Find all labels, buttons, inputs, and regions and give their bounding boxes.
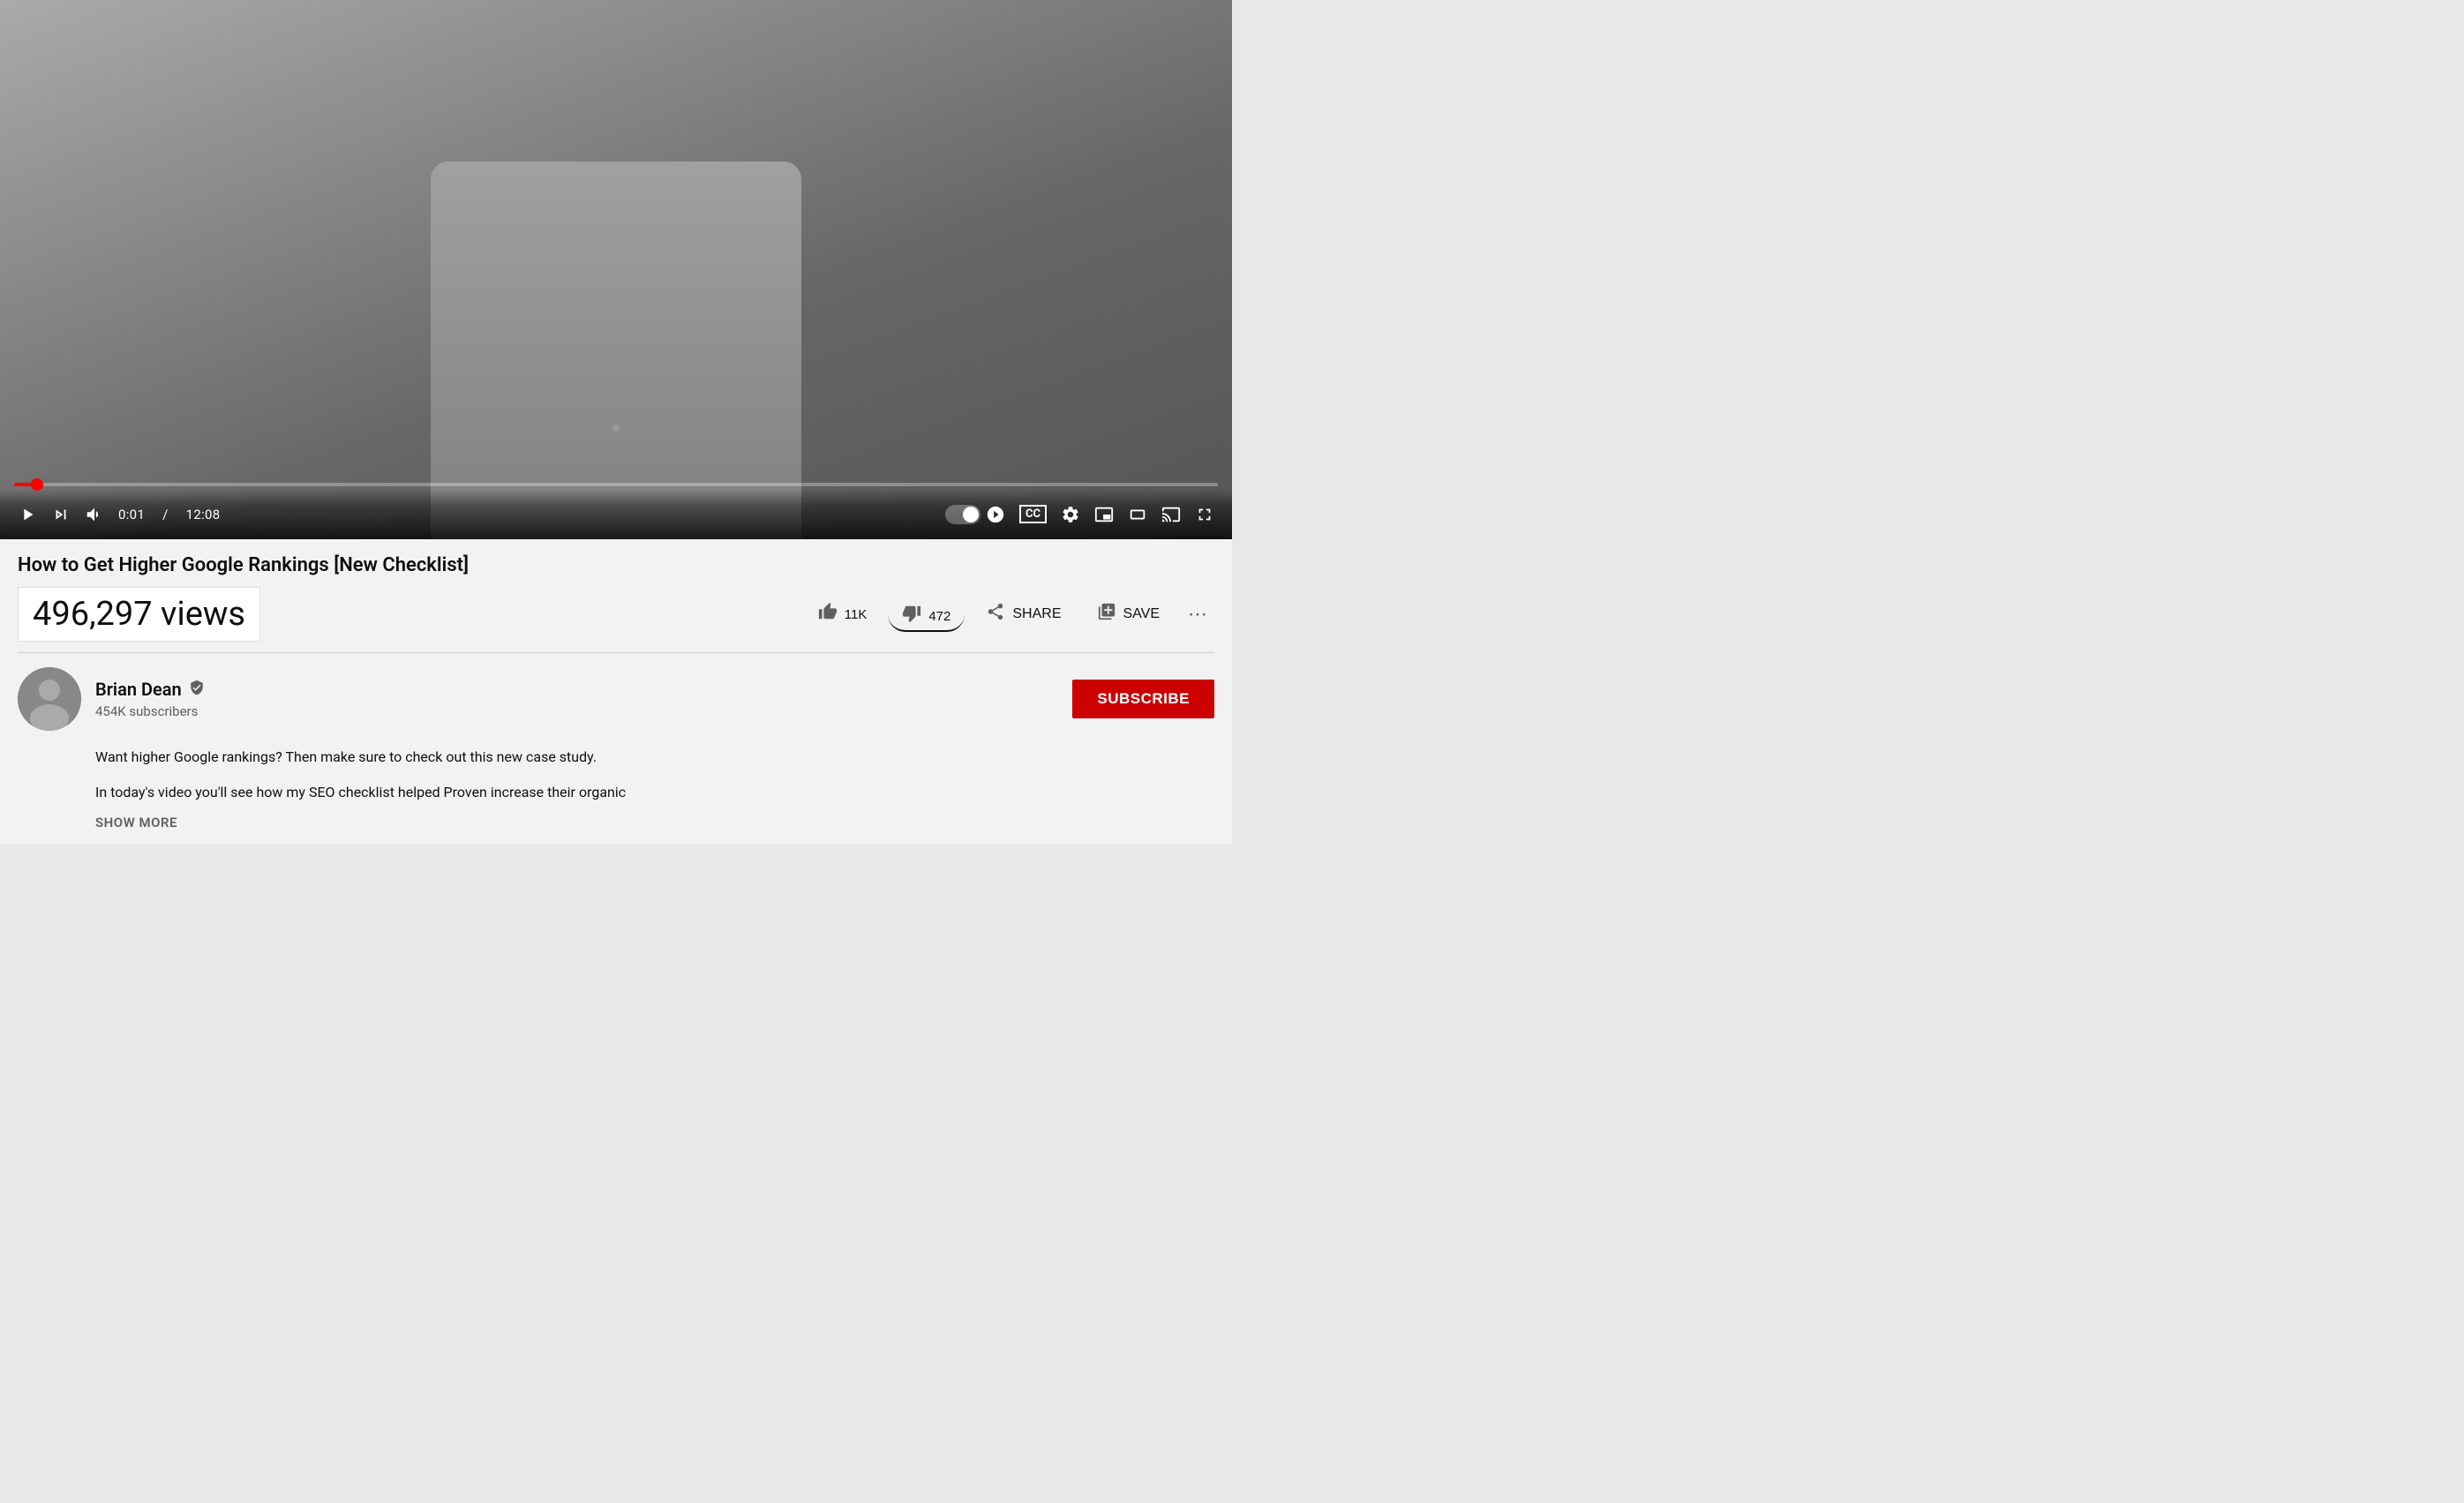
cc-button[interactable]: CC	[1019, 505, 1047, 523]
toggle-track	[945, 505, 980, 524]
play-button[interactable]	[18, 505, 37, 524]
save-button[interactable]: SAVE	[1083, 595, 1175, 634]
dislike-count: 472	[928, 609, 950, 624]
more-icon: ⋯	[1188, 603, 1207, 625]
theater-button[interactable]	[1128, 505, 1147, 524]
show-more-button[interactable]: SHOW MORE	[95, 815, 1214, 830]
subscribe-button[interactable]: SUBSCRIBE	[1072, 680, 1214, 718]
miniplayer-button[interactable]	[1094, 505, 1114, 524]
autoplay-icon	[986, 505, 1005, 524]
video-info: How to Get Higher Google Rankings [New C…	[0, 539, 1232, 654]
cast-button[interactable]	[1161, 505, 1181, 524]
video-meta-row: 496,297 views 11K 472 SHA	[18, 587, 1214, 653]
time-display: 0:01	[118, 507, 145, 522]
views-count: 496,297 views	[18, 587, 260, 642]
channel-row: Brian Dean 454K subscribers SUBSCRIBE	[0, 653, 1232, 745]
time-total: 12:08	[186, 507, 221, 522]
like-count: 11K	[845, 607, 868, 622]
toggle-knob	[963, 507, 979, 522]
dislike-button[interactable]: 472	[888, 597, 965, 632]
video-thumbnail	[0, 0, 1232, 539]
thumbs-up-icon	[818, 602, 838, 627]
progress-track[interactable]	[14, 483, 1218, 486]
share-icon	[986, 602, 1005, 627]
like-button[interactable]: 11K	[804, 595, 882, 634]
description-line2: In today's video you'll see how my SEO c…	[95, 780, 1214, 804]
share-label: SHARE	[1012, 606, 1061, 622]
video-title: How to Get Higher Google Rankings [New C…	[18, 553, 1214, 579]
autoplay-toggle[interactable]	[945, 505, 1005, 524]
share-button[interactable]: SHARE	[972, 595, 1075, 634]
save-label: SAVE	[1123, 606, 1161, 622]
progress-fill	[14, 483, 38, 486]
channel-info: Brian Dean 454K subscribers	[95, 679, 1072, 719]
time-separator: /	[159, 507, 172, 522]
video-player[interactable]: 0:01 / 12:08 CC	[0, 0, 1232, 539]
description-line1: Want higher Google rankings? Then make s…	[95, 745, 1214, 769]
action-buttons: 11K 472 SHARE SAVE	[804, 595, 1214, 634]
more-button[interactable]: ⋯	[1181, 596, 1214, 633]
thumbs-down-icon	[902, 604, 921, 628]
channel-name[interactable]: Brian Dean	[95, 679, 182, 700]
channel-name-row: Brian Dean	[95, 679, 1072, 700]
progress-area[interactable]	[0, 483, 1232, 486]
volume-button[interactable]	[85, 505, 104, 524]
subscriber-count: 454K subscribers	[95, 703, 1072, 719]
verified-badge-icon	[189, 680, 205, 699]
next-button[interactable]	[51, 505, 71, 524]
settings-button[interactable]	[1061, 505, 1080, 524]
progress-dot	[31, 478, 43, 491]
description: Want higher Google rankings? Then make s…	[0, 745, 1232, 844]
channel-avatar[interactable]	[18, 667, 81, 731]
fullscreen-button[interactable]	[1195, 505, 1214, 524]
save-icon	[1097, 602, 1116, 627]
controls-bar: 0:01 / 12:08 CC	[0, 490, 1232, 539]
